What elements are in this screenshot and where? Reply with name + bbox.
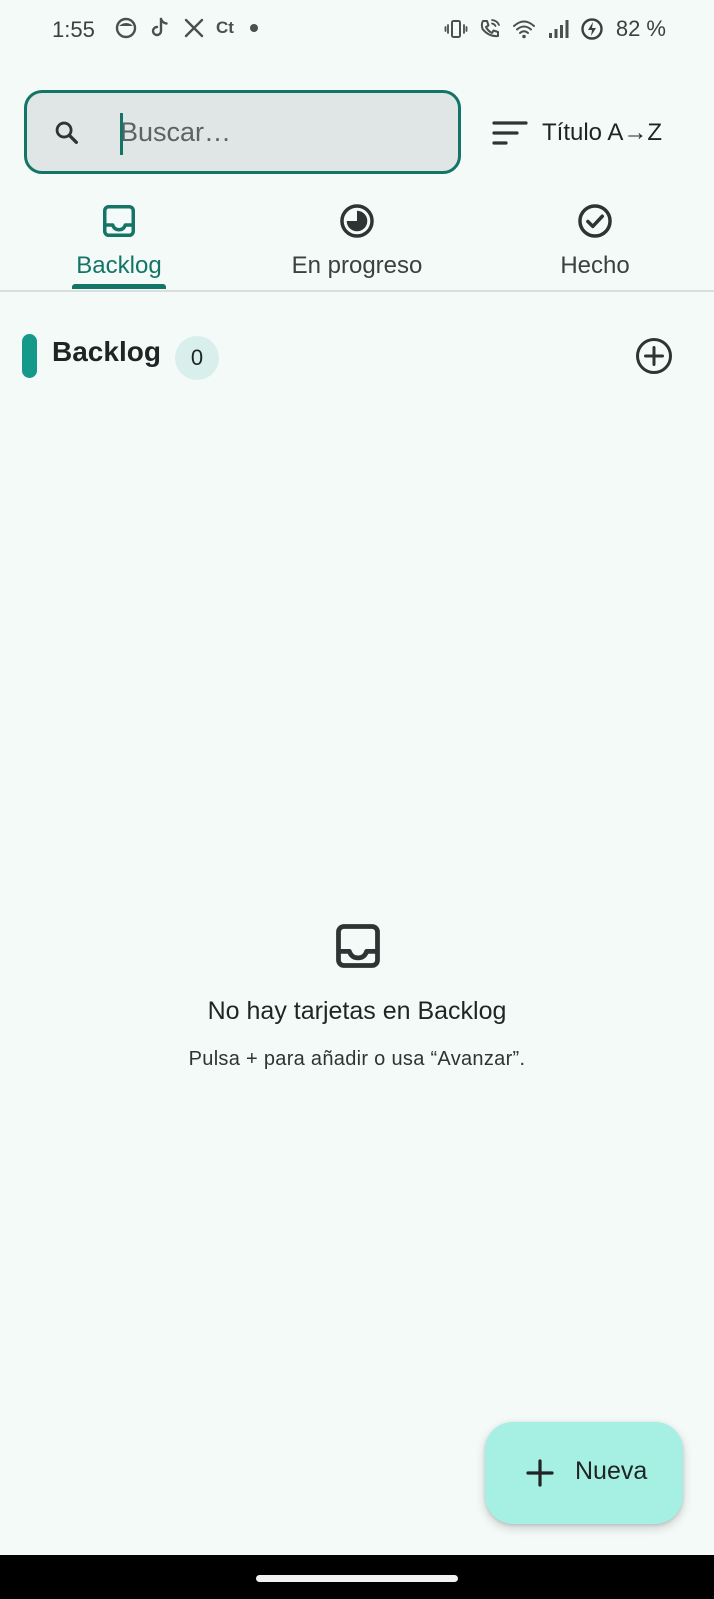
column-accent-bar bbox=[22, 334, 37, 378]
search-input[interactable] bbox=[120, 107, 440, 157]
tiktok-icon bbox=[148, 16, 172, 40]
tab-en-progreso[interactable]: En progreso bbox=[238, 196, 476, 290]
tab-label: Backlog bbox=[76, 252, 162, 279]
column-count-badge: 0 bbox=[175, 336, 219, 380]
empty-state-subtitle: Pulsa + para añadir o usa “Avanzar”. bbox=[188, 1048, 526, 1070]
column-title: Backlog bbox=[52, 336, 161, 367]
tab-label: En progreso bbox=[291, 252, 423, 279]
tab-indicator bbox=[72, 284, 166, 289]
ct-icon: Ct bbox=[216, 18, 234, 37]
search-icon bbox=[53, 119, 81, 147]
wifi-call-icon bbox=[478, 17, 502, 41]
add-card-button[interactable] bbox=[634, 336, 674, 376]
face-icon bbox=[114, 16, 138, 40]
sort-icon bbox=[492, 118, 528, 148]
status-bar: 1:55 Ct 82 % bbox=[0, 0, 714, 62]
tab-label: Hecho bbox=[560, 252, 630, 279]
text-cursor bbox=[120, 113, 123, 155]
system-nav-bar bbox=[0, 1555, 714, 1599]
column-header: Backlog 0 bbox=[0, 330, 714, 380]
sort-button[interactable]: Título A→Z bbox=[492, 108, 692, 158]
home-gesture-handle[interactable] bbox=[256, 1575, 458, 1582]
inbox-icon bbox=[332, 920, 384, 972]
tab-bar: Backlog En progreso Hecho bbox=[0, 196, 714, 292]
tab-backlog[interactable]: Backlog bbox=[0, 196, 238, 290]
system-icons: 82 % bbox=[444, 16, 666, 42]
search-bar[interactable] bbox=[24, 90, 461, 174]
x-icon bbox=[182, 16, 206, 40]
empty-state-title: No hay tarjetas en Backlog bbox=[207, 997, 507, 1025]
inbox-icon bbox=[100, 202, 138, 240]
add-circle-icon bbox=[636, 338, 672, 374]
sort-label: Título A→Z bbox=[542, 119, 663, 146]
battery-percent: 82 % bbox=[615, 16, 666, 41]
check-circle-icon bbox=[576, 202, 614, 240]
more-notifications-dot bbox=[250, 24, 258, 32]
tab-hecho[interactable]: Hecho bbox=[476, 196, 714, 290]
battery-charging-icon bbox=[580, 17, 604, 41]
notification-icons: Ct bbox=[114, 16, 258, 40]
signal-icon bbox=[546, 17, 570, 41]
new-card-label: Nueva bbox=[575, 1457, 648, 1485]
vibrate-icon bbox=[444, 17, 468, 41]
plus-icon bbox=[523, 1456, 557, 1490]
wifi-icon bbox=[512, 17, 536, 41]
new-card-button[interactable]: Nueva bbox=[485, 1422, 683, 1524]
status-time: 1:55 bbox=[52, 17, 95, 42]
progress-icon bbox=[338, 202, 376, 240]
